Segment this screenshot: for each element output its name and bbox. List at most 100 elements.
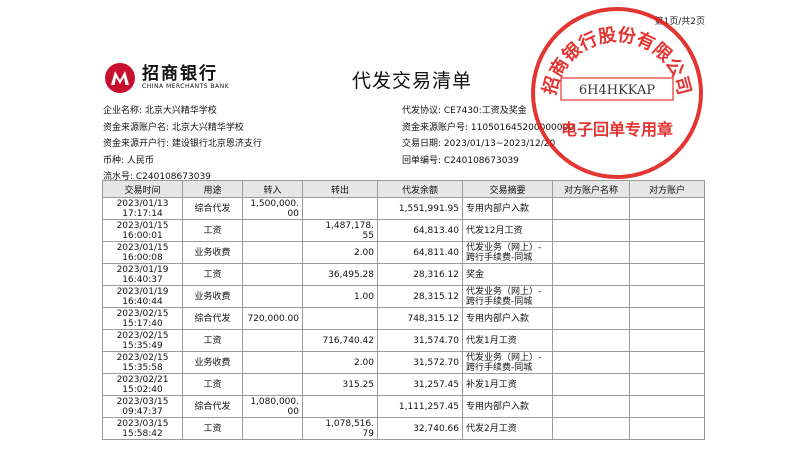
header-balance: 代发余额	[377, 180, 463, 198]
cell-balance: 64,813.40	[377, 219, 463, 242]
cell-party-account	[629, 307, 705, 330]
cell-balance: 31,574.70	[377, 329, 463, 352]
cell-party-account	[629, 197, 705, 220]
cell-out: 2.00	[302, 241, 378, 264]
cell-in	[242, 219, 303, 242]
company-name: 企业名称: 北京大兴精华学校	[103, 106, 217, 116]
table-row: 2023/02/15 15:35:58 业务收费 2.00 31,572.70 代发业务（…	[102, 351, 705, 374]
table-header-row: 交易时间 用途 转入 转出 代发余额 交易摘要 对方账户名称 对方账户	[102, 180, 705, 198]
header-summary: 交易摘要	[462, 180, 553, 198]
source-bank: 资金来源开户行: 建设银行北京恩济支行	[103, 139, 262, 149]
cell-time: 2023/02/15 15:35:49	[102, 329, 183, 352]
cell-purpose: 工资	[182, 373, 243, 396]
cell-purpose: 综合代发	[182, 307, 243, 330]
table-row: 2023/02/15 15:17:40 综合代发 720,000.00 748,315.…	[102, 307, 705, 330]
table-row: 2023/02/15 15:35:49 工资 716,740.42 31,574.70 代…	[102, 329, 705, 352]
cell-party-account	[629, 395, 705, 418]
header-party-name: 对方账户名称	[552, 180, 630, 198]
cell-in	[242, 263, 303, 286]
cell-purpose: 业务收费	[182, 241, 243, 264]
cell-party-account	[629, 329, 705, 352]
table-row: 2023/01/15 16:00:08 业务收费 2.00 64,811.40 代发业务（…	[102, 241, 705, 264]
cell-balance: 748,315.12	[377, 307, 463, 330]
cell-time: 2023/01/15 16:00:08	[102, 241, 183, 264]
cell-time: 2023/01/13 17:17:14	[102, 197, 183, 220]
cell-summary: 专用内部户入款	[462, 197, 553, 220]
cell-summary: 代发1月工资	[462, 329, 553, 352]
cell-purpose: 工资	[182, 263, 243, 286]
cell-balance: 1,551,991.95	[377, 197, 463, 220]
cell-balance: 31,572.70	[377, 351, 463, 374]
cell-summary: 代发12月工资	[462, 219, 553, 242]
cell-party-account	[629, 373, 705, 396]
cell-summary: 代发业务（网上）- 跨行手续费-同城	[462, 351, 553, 374]
cell-purpose: 工资	[182, 329, 243, 352]
cell-in	[242, 241, 303, 264]
cell-party-account	[629, 285, 705, 308]
header-purpose: 用途	[182, 180, 243, 198]
table-row: 2023/03/15 15:58:42 工资 1,078,516. 79 32,740.6…	[102, 417, 705, 440]
cell-balance: 1,111,257.45	[377, 395, 463, 418]
table-row: 2023/01/19 16:40:37 工资 36,495.28 28,316.12 奖金	[102, 263, 705, 286]
cmb-logo-icon	[105, 63, 135, 93]
cell-party-name	[552, 329, 630, 352]
cell-summary: 奖金	[462, 263, 553, 286]
header-party-account: 对方账户	[629, 180, 705, 198]
table-row: 2023/01/15 16:00:01 工资 1,487,178. 55 64,813.4…	[102, 219, 705, 242]
company-seal: 招商银行股份有限公司 6H4HKKAP 电子回单专用章	[531, 7, 703, 179]
cell-summary: 代发2月工资	[462, 417, 553, 440]
cell-out: 716,740.42	[302, 329, 378, 352]
info-left: 企业名称: 北京大兴精华学校 资金来源账户名: 北京大兴精华学校 资金来源开户行…	[103, 103, 262, 186]
cell-party-account	[629, 351, 705, 374]
cell-purpose: 业务收费	[182, 351, 243, 374]
bank-name-en: CHINA MERCHANTS BANK	[142, 83, 230, 90]
cell-party-name	[552, 219, 630, 242]
cell-time: 2023/02/21 15:02:40	[102, 373, 183, 396]
cell-time: 2023/03/15 09:47:37	[102, 395, 183, 418]
cell-purpose: 业务收费	[182, 285, 243, 308]
cell-time: 2023/01/15 16:00:01	[102, 219, 183, 242]
header-out: 转出	[302, 180, 378, 198]
cell-party-name	[552, 307, 630, 330]
cell-in	[242, 329, 303, 352]
cell-party-name	[552, 197, 630, 220]
cell-in	[242, 285, 303, 308]
cell-party-name	[552, 395, 630, 418]
cell-out	[302, 307, 378, 330]
cell-purpose: 工资	[182, 417, 243, 440]
bank-logo: 招商银行 CHINA MERCHANTS BANK	[104, 62, 229, 94]
bank-name-cn: 招商银行	[142, 64, 218, 84]
cell-party-account	[629, 417, 705, 440]
cell-party-account	[629, 219, 705, 242]
table-row: 2023/03/15 09:47:37 综合代发 1,080,000. 00 1,111,…	[102, 395, 705, 418]
cell-time: 2023/03/15 15:58:42	[102, 417, 183, 440]
cell-out: 2.00	[302, 351, 378, 374]
cell-party-account	[629, 263, 705, 286]
cell-in	[242, 351, 303, 374]
table-row: 2023/01/13 17:17:14 综合代发 1,500,000. 00 1,551,…	[102, 197, 705, 220]
cell-time: 2023/02/15 15:35:58	[102, 351, 183, 374]
cell-party-name	[552, 263, 630, 286]
cell-summary: 补发1月工资	[462, 373, 553, 396]
cell-out: 1,078,516. 79	[302, 417, 378, 440]
transaction-table: 交易时间 用途 转入 转出 代发余额 交易摘要 对方账户名称 对方账户 2023…	[102, 180, 705, 440]
cell-out: 36,495.28	[302, 263, 378, 286]
cell-out	[302, 197, 378, 220]
cell-purpose: 工资	[182, 219, 243, 242]
cell-in: 720,000.00	[242, 307, 303, 330]
cell-in	[242, 417, 303, 440]
cell-time: 2023/01/19 16:40:37	[102, 263, 183, 286]
cell-balance: 28,315.12	[377, 285, 463, 308]
cell-party-account	[629, 241, 705, 264]
header-time: 交易时间	[102, 180, 183, 198]
cell-summary: 专用内部户入款	[462, 307, 553, 330]
cell-balance: 31,257.45	[377, 373, 463, 396]
document-title: 代发交易清单	[352, 70, 473, 92]
cell-in: 1,080,000. 00	[242, 395, 303, 418]
seal-bottom-text: 电子回单专用章	[561, 120, 673, 139]
header-in: 转入	[242, 180, 303, 198]
cell-summary: 专用内部户入款	[462, 395, 553, 418]
cell-out: 1.00	[302, 285, 378, 308]
cell-balance: 64,811.40	[377, 241, 463, 264]
cell-balance: 32,740.66	[377, 417, 463, 440]
